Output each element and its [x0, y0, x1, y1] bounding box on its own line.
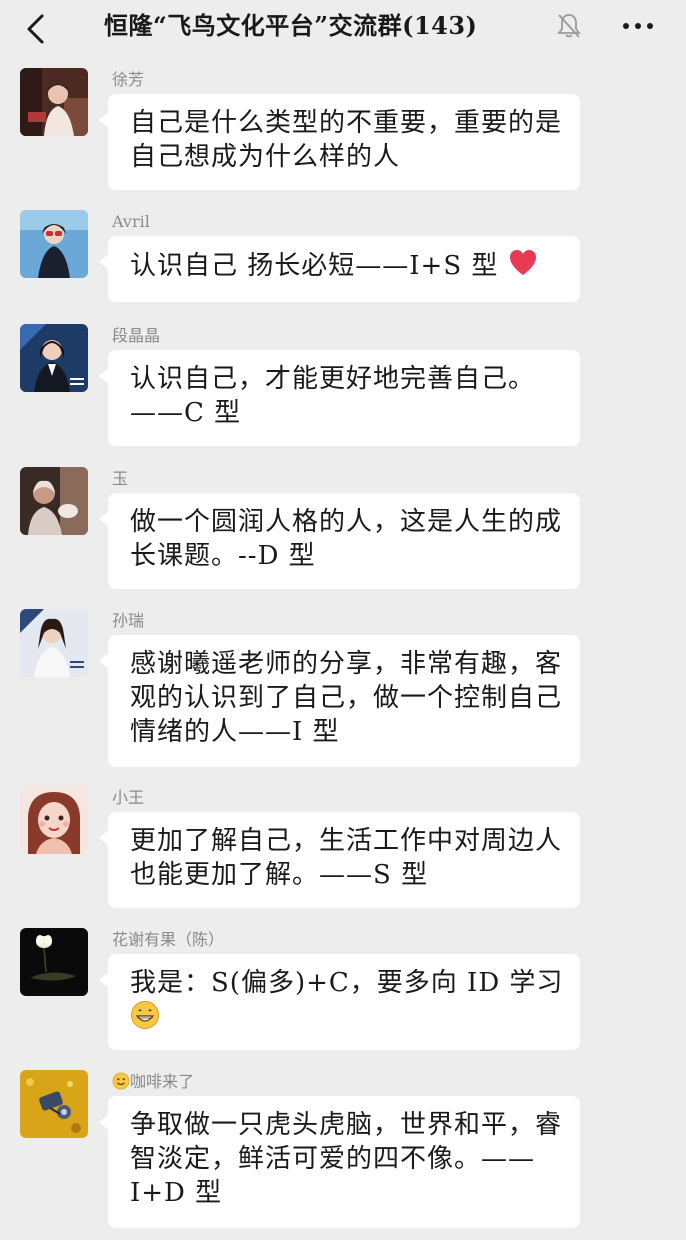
sender-name: 段晶晶 — [112, 326, 161, 345]
avatar[interactable] — [20, 210, 88, 278]
message-text: 做一个圆润人格的人，这是人生的成长课题。--D 型 — [130, 507, 563, 571]
avatar[interactable] — [20, 609, 88, 677]
message-text: 感谢曦遥老师的分享，非常有趣，客观的认识到了自己，做一个控制自己情绪的人——I … — [130, 649, 563, 747]
message-bubble[interactable]: 更加了解自己，生活工作中对周边人也能更加了解。——S 型 — [99, 812, 580, 908]
sender-name-text: 咖啡来了 — [130, 1072, 195, 1091]
message-bubble[interactable]: 争取做一只虎头虎脑，世界和平，睿智淡定，鲜活可爱的四不像。——I+D 型 — [99, 1096, 580, 1228]
message-text: 更加了解自己，生活工作中对周边人也能更加了解。——S 型 — [130, 826, 563, 890]
message-item: 孙瑞 感谢曦遥老师的分享，非常有趣，客观的认识到了自己，做一个控制自己情绪的人—… — [0, 609, 686, 769]
grinning-face-emoji-icon — [131, 1001, 159, 1029]
sender-name: 小王 — [112, 788, 145, 807]
message-item: Avril 认识自己 扬长必短——I+S 型 — [0, 210, 686, 310]
sender-name: Avril — [112, 212, 150, 231]
red-heart-emoji-icon — [509, 250, 536, 275]
message-text: 自己是什么类型的不重要，重要的是自己想成为什么样的人 — [130, 108, 563, 172]
message-bubble[interactable]: 做一个圆润人格的人，这是人生的成长课题。--D 型 — [99, 493, 580, 589]
chat-header: 恒隆“飞鸟文化平台”交流群(143) — [0, 0, 686, 58]
message-text-content: 认识自己 扬长必短——I+S 型 — [130, 251, 499, 281]
message-text: 认识自己，才能更好地完善自己。——C 型 — [130, 364, 536, 428]
message-bubble[interactable]: 感谢曦遥老师的分享，非常有趣，客观的认识到了自己，做一个控制自己情绪的人——I … — [99, 635, 580, 767]
message-item: 玉 做一个圆润人格的人，这是人生的成长课题。--D 型 — [0, 467, 686, 593]
message-item: 徐芳 自己是什么类型的不重要，重要的是自己想成为什么样的人 — [0, 68, 686, 198]
message-item: 咖啡来了 争取做一只虎头虎脑，世界和平，睿智淡定，鲜活可爱的四不像。——I+D … — [0, 1070, 686, 1240]
message-bubble[interactable]: 我是：S(偏多)+C，要多向 ID 学习 — [99, 954, 580, 1050]
message-bubble[interactable]: 自己是什么类型的不重要，重要的是自己想成为什么样的人 — [99, 94, 580, 190]
message-item: 段晶晶 认识自己，才能更好地完善自己。——C 型 — [0, 324, 686, 450]
smiling-face-emoji-icon — [112, 1072, 130, 1090]
ellipsis-icon[interactable] — [620, 12, 656, 40]
bell-muted-icon — [557, 14, 581, 38]
sender-name: 徐芳 — [112, 70, 145, 89]
message-item: 花谢有果（陈） 我是：S(偏多)+C，要多向 ID 学习 — [0, 928, 686, 1054]
avatar[interactable] — [20, 1070, 88, 1138]
message-text: 争取做一只虎头虎脑，世界和平，睿智淡定，鲜活可爱的四不像。——I+D 型 — [130, 1110, 563, 1208]
avatar[interactable] — [20, 68, 88, 136]
avatar[interactable] — [20, 324, 88, 392]
avatar[interactable] — [20, 928, 88, 996]
avatar[interactable] — [20, 467, 88, 535]
sender-name: 花谢有果（陈） — [112, 930, 225, 949]
chevron-left-icon[interactable] — [22, 10, 50, 48]
message-text-content: 我是：S(偏多)+C，要多向 ID 学习 — [130, 968, 564, 998]
message-text: 我是：S(偏多)+C，要多向 ID 学习 — [130, 966, 570, 1035]
message-bubble[interactable]: 认识自己，才能更好地完善自己。——C 型 — [99, 350, 580, 446]
sender-name: 孙瑞 — [112, 611, 145, 630]
message-item: 小王 更加了解自己，生活工作中对周边人也能更加了解。——S 型 — [0, 786, 686, 912]
chat-title: 恒隆“飞鸟文化平台”交流群(143) — [104, 11, 478, 40]
message-bubble[interactable]: 认识自己 扬长必短——I+S 型 — [99, 236, 580, 302]
message-text: 认识自己 扬长必短——I+S 型 — [130, 248, 570, 283]
avatar[interactable] — [20, 786, 88, 854]
sender-name: 咖啡来了 — [112, 1072, 194, 1092]
sender-name: 玉 — [112, 469, 129, 488]
